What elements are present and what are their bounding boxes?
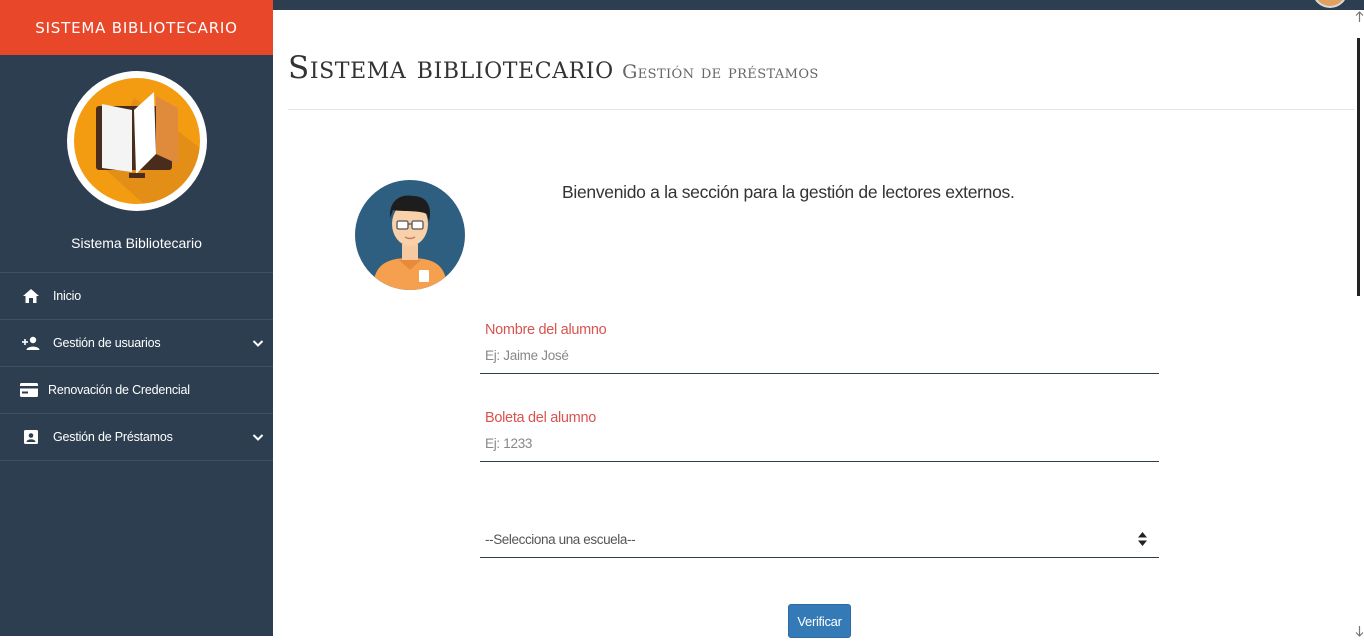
sidebar-item-label: Renovación de Credencial (48, 383, 190, 397)
book-icon (73, 78, 200, 204)
welcome-message: Bienvenido a la sección para la gestión … (562, 182, 1015, 202)
sidebar-item-label: Inicio (53, 289, 81, 303)
sidebar-item-inicio[interactable]: Inicio (0, 273, 273, 320)
school-select-value: --Selecciona una escuela-- (485, 532, 636, 547)
portrait-icon (22, 429, 40, 445)
boleta-label: Boleta del alumno (485, 410, 596, 426)
scroll-up-icon[interactable] (1355, 10, 1364, 22)
verify-button[interactable]: Verificar (788, 604, 851, 638)
librarian-avatar (355, 180, 465, 290)
scrollbar-thumb[interactable] (1357, 38, 1360, 296)
scrollbar[interactable] (1355, 10, 1364, 637)
sort-arrows-icon (1138, 532, 1147, 546)
person-add-icon (22, 335, 40, 351)
sidebar-item-gestion-usuarios[interactable]: Gestión de usuarios (0, 320, 273, 367)
page-title: Sistema bibliotecario (288, 50, 614, 86)
sidebar-item-label: Gestión de usuarios (53, 336, 161, 350)
page-subtitle: Gestión de préstamos (622, 61, 819, 83)
top-navbar (273, 0, 1364, 10)
home-icon (22, 288, 40, 304)
sidebar-menu: Inicio Gestión de usuarios Renovación de… (0, 273, 273, 461)
sidebar-item-label: Gestión de Préstamos (53, 430, 173, 444)
school-select[interactable]: --Selecciona una escuela-- (480, 522, 1159, 558)
brand-title[interactable]: SISTEMA BIBLIOTECARIO (0, 0, 273, 55)
credit-card-icon (20, 382, 38, 398)
name-input[interactable] (480, 338, 1159, 374)
chevron-down-icon[interactable] (251, 336, 265, 350)
user-avatar[interactable] (1312, 0, 1348, 8)
library-logo (66, 71, 207, 211)
sidebar-item-gestion-prestamos[interactable]: Gestión de Préstamos (0, 414, 273, 461)
name-label: Nombre del alumno (485, 322, 607, 338)
chevron-down-icon[interactable] (251, 430, 265, 444)
sidebar-item-renovacion-credencial[interactable]: Renovación de Credencial (0, 367, 273, 414)
sidebar-profile: Sistema Bibliotecario (0, 55, 273, 273)
boleta-input[interactable] (480, 426, 1159, 462)
profile-name: Sistema Bibliotecario (71, 235, 202, 251)
boleta-field-group: Boleta del alumno (480, 410, 1159, 462)
sidebar: SISTEMA BIBLIOTECARIO Sistema Biblioteca… (0, 0, 273, 636)
scroll-down-icon[interactable] (1355, 624, 1364, 637)
main-content: Sistema bibliotecario Gestión de préstam… (273, 10, 1355, 638)
page-header: Sistema bibliotecario Gestión de préstam… (288, 50, 1355, 110)
name-field-group: Nombre del alumno (480, 322, 1159, 374)
